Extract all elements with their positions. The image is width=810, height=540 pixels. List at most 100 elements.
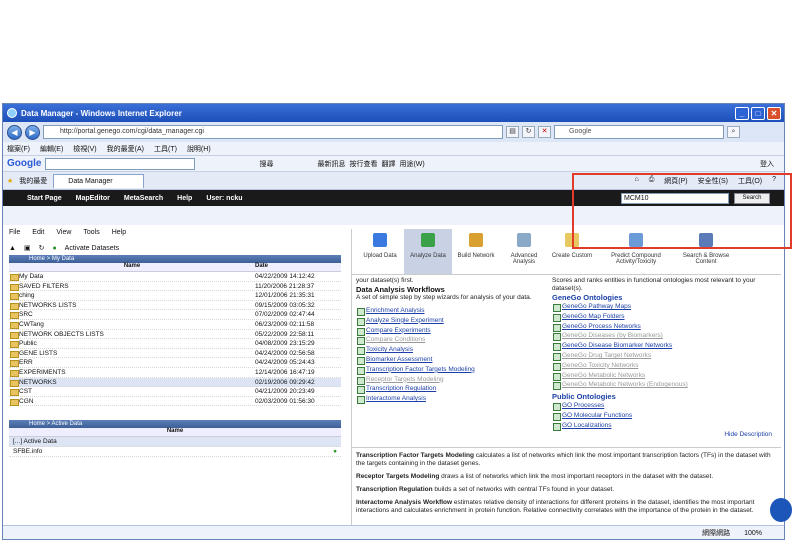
upload-data-button[interactable]: Upload Data bbox=[356, 229, 404, 274]
file-date: 05/22/2009 22:58:11 bbox=[255, 330, 315, 338]
favorites-label[interactable]: 我的最愛 bbox=[19, 176, 47, 186]
workflow-link[interactable]: Compare Experiments bbox=[356, 326, 552, 336]
file-row[interactable]: CST 04/21/2009 20:23:49 bbox=[9, 387, 341, 397]
menu-view[interactable]: 檢視(V) bbox=[73, 144, 96, 154]
file-row[interactable]: My Data 04/22/2009 14:12:42 bbox=[9, 272, 341, 282]
public-ontology-link[interactable]: GO Molecular Functions bbox=[552, 411, 772, 421]
refresh-icon[interactable]: ↻ bbox=[522, 126, 535, 138]
build-network-button[interactable]: Build Network bbox=[452, 229, 500, 274]
file-row[interactable]: NETWORKS LISTS 09/15/2009 03:05:32 bbox=[9, 301, 341, 311]
ontology-link[interactable]: GeneGo Toxicity Networks bbox=[552, 361, 772, 371]
ontology-link[interactable]: GeneGo Metabolic Networks bbox=[552, 371, 772, 381]
file-date: 02/03/2009 01:56:30 bbox=[255, 397, 315, 405]
google-news[interactable]: 最新訊息 bbox=[317, 159, 345, 169]
workflow-link[interactable]: Enrichment Analysis bbox=[356, 306, 552, 316]
lp-menu-tools[interactable]: Tools bbox=[83, 229, 99, 241]
ontology-link[interactable]: GeneGo Drug Target Networks bbox=[552, 351, 772, 361]
lp-menu-file[interactable]: File bbox=[9, 229, 20, 241]
analyze-data-button[interactable]: Analyze Data bbox=[404, 229, 452, 274]
zoom-label[interactable]: 100% bbox=[744, 530, 762, 537]
activate-label[interactable]: Activate Datasets bbox=[65, 245, 119, 252]
google-search-input[interactable] bbox=[45, 157, 196, 170]
lp-menu-view[interactable]: View bbox=[56, 229, 71, 241]
file-row[interactable]: GENE LISTS 04/24/2009 02:56:58 bbox=[9, 349, 341, 359]
google-lines[interactable]: 按行查看 bbox=[349, 159, 377, 169]
col-name[interactable]: Name bbox=[9, 263, 255, 271]
close-button[interactable]: ✕ bbox=[767, 106, 781, 120]
advanced-analysis-button[interactable]: Advanced Analysis bbox=[500, 229, 548, 274]
ontology-link[interactable]: GeneGo Metabolic Networks (Endogenous) bbox=[552, 380, 772, 391]
mapeditor-link[interactable]: MapEditor bbox=[76, 195, 110, 202]
help-link[interactable]: Help bbox=[177, 195, 192, 202]
left-panel: File Edit View Tools Help ▲ ▣ ↻ ● Activa… bbox=[9, 229, 341, 529]
public-ontology-link[interactable]: GO Localizations bbox=[552, 421, 772, 431]
menu-favorites[interactable]: 我的最愛(A) bbox=[107, 144, 144, 154]
tab-data-manager[interactable]: Data Manager bbox=[53, 173, 144, 188]
file-name: Public bbox=[9, 339, 255, 348]
ontology-link[interactable]: GeneGo Disease Biomarker Networks bbox=[552, 341, 772, 351]
advanced-icon bbox=[517, 233, 531, 247]
search-icon[interactable]: ⌕ bbox=[727, 126, 740, 138]
upload-icon[interactable]: ▲ bbox=[9, 245, 16, 252]
lp-menu-edit[interactable]: Edit bbox=[32, 229, 44, 241]
google-translate[interactable]: 翻譯 bbox=[381, 159, 395, 169]
ontology-link[interactable]: GeneGo Diseases (by Biomarkers) bbox=[552, 331, 772, 342]
file-row[interactable]: CWTang 06/23/2009 02:11:58 bbox=[9, 320, 341, 330]
file-row[interactable]: CGN 02/03/2009 01:56:30 bbox=[9, 397, 341, 407]
col-date[interactable]: Date bbox=[255, 263, 268, 271]
forward-icon[interactable]: ▶ bbox=[25, 124, 40, 140]
activate-icon[interactable]: ● bbox=[52, 245, 56, 252]
file-date: 04/08/2009 23:15:29 bbox=[255, 340, 315, 348]
menu-file[interactable]: 檔案(F) bbox=[7, 144, 30, 154]
menu-tools[interactable]: 工具(T) bbox=[154, 144, 177, 154]
google-login[interactable]: 登入 bbox=[760, 159, 784, 169]
file-row[interactable]: SAVED FILTERS 11/20/2006 21:28:37 bbox=[9, 282, 341, 292]
active-row[interactable]: SFBE.info ● bbox=[9, 447, 341, 457]
workflow-link[interactable]: Transcription Factor Targets Modeling bbox=[356, 365, 552, 375]
active-row[interactable]: [...] Active Data bbox=[9, 437, 341, 447]
workflow-link[interactable]: Interactome Analysis bbox=[356, 394, 552, 404]
stop-icon[interactable]: ✕ bbox=[538, 126, 551, 138]
maximize-button[interactable]: □ bbox=[751, 106, 765, 120]
file-name: NETWORKS LISTS bbox=[9, 301, 255, 310]
top-search-button[interactable]: Search bbox=[734, 193, 770, 204]
ontology-link[interactable]: GeneGo Map Folders bbox=[552, 312, 772, 322]
workflow-link[interactable]: Transcription Regulation bbox=[356, 384, 552, 395]
workflow-link[interactable]: Receptor Targets Modeling bbox=[356, 375, 552, 385]
workflow-link[interactable]: Compare Conditions bbox=[356, 335, 552, 346]
start-page-link[interactable]: Start Page bbox=[27, 195, 62, 202]
file-row[interactable]: ching 12/01/2006 21:35:31 bbox=[9, 291, 341, 301]
metasearch-link[interactable]: MetaSearch bbox=[124, 195, 163, 202]
file-row[interactable]: Public 04/08/2009 23:15:29 bbox=[9, 339, 341, 349]
file-row[interactable]: NETWORKS 02/19/2006 09:29:42 bbox=[9, 377, 341, 388]
back-icon[interactable]: ◀ bbox=[7, 124, 22, 140]
favorites-star-icon[interactable]: ★ bbox=[7, 177, 13, 185]
minimize-button[interactable]: _ bbox=[735, 106, 749, 120]
workflow-link[interactable]: Analyze Single Experiment bbox=[356, 316, 552, 326]
compat-icon[interactable]: ▤ bbox=[506, 126, 519, 138]
file-row[interactable]: SRC 07/02/2009 02:47:44 bbox=[9, 310, 341, 320]
file-name: NETWORKS bbox=[9, 378, 255, 387]
workflow-link[interactable]: Toxicity Analysis bbox=[356, 345, 552, 355]
file-row[interactable]: NETWORK OBJECTS LISTS 05/22/2009 22:58:11 bbox=[9, 330, 341, 340]
active-col-name[interactable]: Name bbox=[9, 428, 341, 436]
file-row[interactable]: EXPERIMENTS 12/14/2006 16:47:19 bbox=[9, 368, 341, 378]
google-search-button[interactable]: 搜尋 bbox=[259, 159, 273, 169]
hide-description-link[interactable]: Hide Description bbox=[552, 431, 772, 438]
ontology-link[interactable]: GeneGo Pathway Maps bbox=[552, 302, 772, 312]
url-input[interactable]: http://portal.genego.com/cgi/data_manage… bbox=[43, 125, 503, 139]
top-search-input[interactable]: MCM10 bbox=[621, 193, 729, 204]
google-usage[interactable]: 用途(W) bbox=[399, 159, 424, 169]
gg-title: GeneGo Ontologies bbox=[552, 293, 623, 302]
public-ontology-link[interactable]: GO Processes bbox=[552, 401, 772, 411]
file-row[interactable]: ERR 04/24/2009 05:24:43 bbox=[9, 358, 341, 368]
refresh-icon[interactable]: ↻ bbox=[39, 244, 45, 252]
ie-search-input[interactable]: Google bbox=[554, 125, 724, 139]
menu-edit[interactable]: 編輯(E) bbox=[40, 144, 63, 154]
folder-icon[interactable]: ▣ bbox=[24, 244, 31, 252]
lp-menu-help[interactable]: Help bbox=[112, 229, 126, 241]
workflow-link[interactable]: Biomarker Assessment bbox=[356, 355, 552, 365]
description-item: Interactome Analysis Workflow estimates … bbox=[356, 499, 777, 515]
ontology-link[interactable]: GeneGo Process Networks bbox=[552, 322, 772, 332]
menu-help[interactable]: 說明(H) bbox=[187, 144, 211, 154]
